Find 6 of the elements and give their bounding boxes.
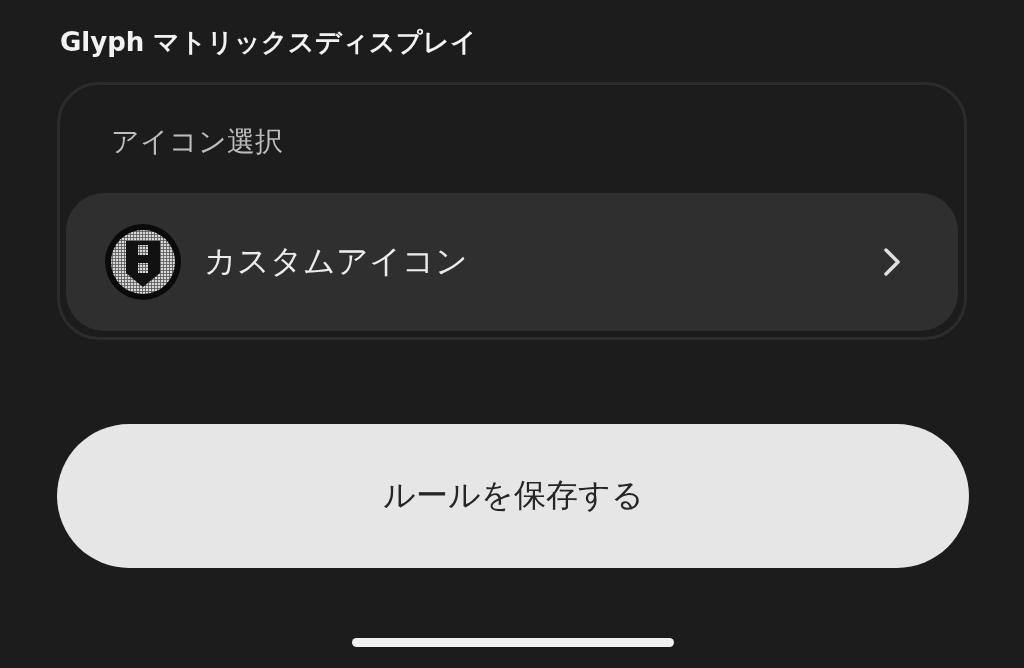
card-label: アイコン選択 (111, 124, 283, 160)
section-title: Glyph マトリックスディスプレイ (60, 26, 479, 59)
shield-icon (104, 223, 182, 301)
custom-icon-row[interactable]: カスタムアイコン (66, 193, 958, 331)
chevron-icon (884, 248, 900, 276)
save-button[interactable]: ルールを保存する (57, 424, 969, 568)
